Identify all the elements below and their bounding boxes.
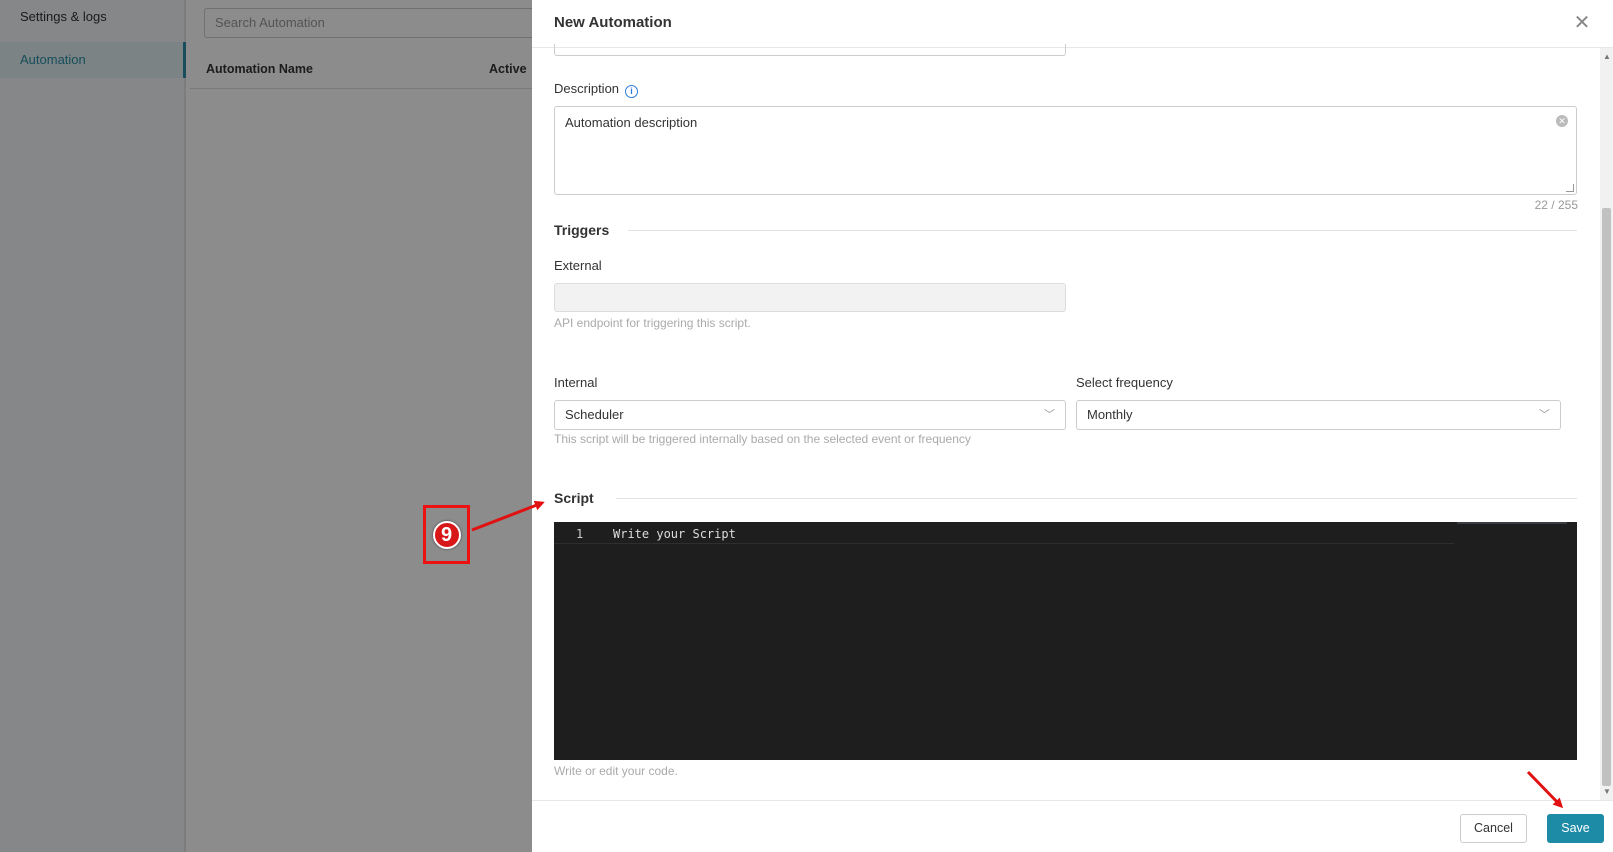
- script-hint: Write or edit your code.: [554, 764, 678, 778]
- clear-icon[interactable]: ✕: [1556, 115, 1568, 127]
- frequency-value: Monthly: [1087, 407, 1133, 422]
- code-editor[interactable]: 1 Write your Script: [554, 522, 1577, 760]
- chevron-down-icon: ﹀: [1044, 409, 1055, 421]
- name-field-partial[interactable]: [554, 44, 1066, 56]
- drawer-title: New Automation: [554, 14, 672, 31]
- description-textarea[interactable]: Automation description ✕: [554, 106, 1577, 195]
- description-value: Automation description: [565, 115, 698, 130]
- internal-trigger-select[interactable]: Scheduler ﹀: [554, 400, 1066, 430]
- step-number: 9: [432, 520, 461, 549]
- frequency-select[interactable]: Monthly ﹀: [1076, 400, 1561, 430]
- internal-label: Internal: [554, 375, 598, 390]
- line-number: 1: [576, 527, 584, 541]
- code-line[interactable]: 1 Write your Script: [554, 526, 1454, 544]
- triggers-section-title: Triggers: [554, 222, 610, 238]
- external-hint: API endpoint for triggering this script.: [554, 316, 751, 330]
- scroll-up-icon[interactable]: ▲: [1603, 52, 1611, 61]
- external-label: External: [554, 258, 602, 273]
- close-icon[interactable]: ✕: [1571, 12, 1593, 34]
- triggers-divider: [628, 230, 1577, 231]
- character-count: 22 / 255: [1534, 198, 1578, 212]
- description-label-text: Description: [554, 81, 620, 96]
- script-section-title: Script: [554, 490, 594, 506]
- drawer-header: New Automation ✕: [532, 0, 1613, 48]
- code-text[interactable]: Write your Script: [613, 526, 736, 542]
- description-label: Description i: [554, 81, 639, 98]
- step-badge: 9: [423, 505, 470, 564]
- drawer-scrollbar[interactable]: ▲ ▼: [1600, 48, 1613, 800]
- internal-trigger-value: Scheduler: [565, 407, 624, 422]
- scroll-down-icon[interactable]: ▼: [1603, 787, 1611, 796]
- cancel-button[interactable]: Cancel: [1460, 814, 1527, 843]
- editor-overview-ruler: [1457, 522, 1567, 524]
- script-divider: [616, 498, 1577, 499]
- save-button[interactable]: Save: [1547, 814, 1604, 843]
- internal-hint: This script will be triggered internally…: [554, 432, 971, 446]
- chevron-down-icon: ﹀: [1539, 409, 1550, 421]
- frequency-label: Select frequency: [1076, 375, 1173, 390]
- resize-handle-icon[interactable]: [1566, 184, 1574, 192]
- new-automation-drawer: New Automation ✕ Description i Automation…: [532, 0, 1613, 852]
- external-endpoint-input: [554, 283, 1066, 312]
- scrollbar-thumb[interactable]: [1602, 208, 1611, 786]
- info-icon[interactable]: i: [625, 85, 639, 98]
- drawer-footer: Cancel Save: [532, 800, 1613, 852]
